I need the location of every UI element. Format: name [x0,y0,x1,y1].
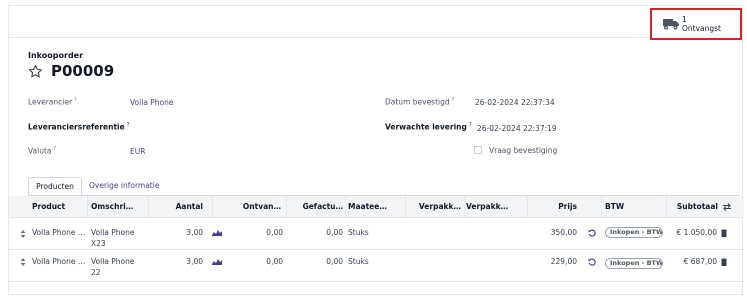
ask-confirmation-checkbox[interactable] [474,146,482,154]
column-header-invoiced[interactable]: Gefactu… [289,196,343,218]
currency-label: Valuta? [28,146,57,156]
truck-icon [663,19,679,30]
column-separator [464,196,465,218]
column-separator [601,196,602,218]
received-cell: 0,00 [266,257,283,266]
vendor-reference-label: Leveranciersreferentie? [28,122,130,132]
column-separator [527,196,528,218]
star-icon[interactable] [28,64,43,79]
forecast-graph-icon[interactable] [212,258,222,265]
column-separator [286,196,287,218]
description-cell[interactable]: Volla Phone [91,228,146,237]
column-separator [345,196,346,218]
column-header-description[interactable]: Omschri… [91,196,141,218]
column-separator [87,196,88,218]
column-header-packaging-qty[interactable]: Verpakk… [407,196,461,218]
price-cell[interactable]: 350,00 [529,228,577,237]
order-name: P00009 [51,62,115,80]
delete-line-icon[interactable] [721,258,727,266]
reset-price-icon[interactable] [588,258,596,266]
currency-field[interactable]: EUR [130,147,145,156]
help-tooltip-icon[interactable]: ? [469,122,472,128]
price-cell[interactable]: 229,00 [529,257,577,266]
help-tooltip-icon[interactable]: ? [127,122,130,128]
column-settings-icon[interactable] [722,203,732,211]
help-tooltip-icon[interactable]: ? [452,97,455,103]
receipts-label: Ontvangst [682,24,721,33]
column-header-received[interactable]: Ontvan… [225,196,281,218]
drag-handle-icon[interactable] [20,258,26,266]
button-box: 1 Ontvangst [9,6,744,40]
column-header-uom[interactable]: Maatee… [348,196,393,218]
help-tooltip-icon[interactable]: ? [74,97,77,103]
help-tooltip-icon[interactable]: ? [54,146,57,152]
column-header-packaging[interactable]: Verpakk… [466,196,518,218]
subtotal-cell: € 1.050,00 [676,228,717,237]
receipts-count: 1 [682,15,687,24]
quantity-cell[interactable]: 3,00 [169,228,203,237]
date-approve-field[interactable]: 26-02-2024 22:37:34 [475,98,555,107]
tab-other-info[interactable]: Overige informatie [89,177,159,196]
date-planned-field[interactable]: 26-02-2024 22:37:19 [477,124,557,133]
column-separator [148,196,149,218]
description-cell-line2: 22 [91,268,101,277]
column-header-price[interactable]: Prijs [529,196,577,218]
uom-cell[interactable]: Stuks [348,228,393,237]
invoiced-cell: 0,00 [326,228,343,237]
order-lines-header: Product Omschri… Aantal Ontvan… Gefactu…… [9,196,744,218]
reset-price-icon[interactable] [588,229,596,237]
delete-line-icon[interactable] [721,229,727,237]
invoiced-cell: 0,00 [326,257,343,266]
tax-badge[interactable]: Inkopen - BTW 21% [605,258,663,269]
purchase-order-form: 1 Ontvangst Inkooporder P00009 Leveranci… [8,5,744,295]
column-header-quantity[interactable]: Aantal [159,196,203,218]
description-cell[interactable]: Volla Phone [91,257,146,266]
tab-products[interactable]: Producten [28,177,82,196]
table-row[interactable]: Volla Phone … Volla Phone X23 3,00 0,00 … [9,218,744,250]
date-approve-label: Datum bevestigd? [385,97,455,107]
column-separator [405,196,406,218]
date-planned-label: Verwachte levering? [385,122,472,132]
column-separator [666,196,667,218]
vendor-field[interactable]: Volla Phone [130,98,174,107]
forecast-graph-icon[interactable] [212,229,222,236]
quantity-cell[interactable]: 3,00 [169,257,203,266]
ask-confirmation-label: Vraag bevestiging [489,146,558,155]
table-row[interactable]: Volla Phone … Volla Phone 22 3,00 0,00 0… [9,250,744,282]
column-header-product[interactable]: Product [32,196,82,218]
receipts-smart-button[interactable]: 1 Ontvangst [650,8,742,40]
column-header-subtotal[interactable]: Subtotaal [669,196,718,218]
column-header-tax[interactable]: BTW [605,196,645,218]
tax-badge[interactable]: Inkopen - BTW 21% [605,227,663,238]
drag-handle-icon[interactable] [20,230,26,238]
description-cell-line2: X23 [91,239,106,248]
product-cell[interactable]: Volla Phone … [32,228,87,237]
uom-cell[interactable]: Stuks [348,257,393,266]
vendor-label: Leverancier? [28,97,77,107]
order-type-label: Inkooporder [28,51,84,60]
column-separator [212,196,213,218]
product-cell[interactable]: Volla Phone … [32,257,87,266]
subtotal-cell: € 687,00 [683,257,717,266]
received-cell: 0,00 [266,228,283,237]
